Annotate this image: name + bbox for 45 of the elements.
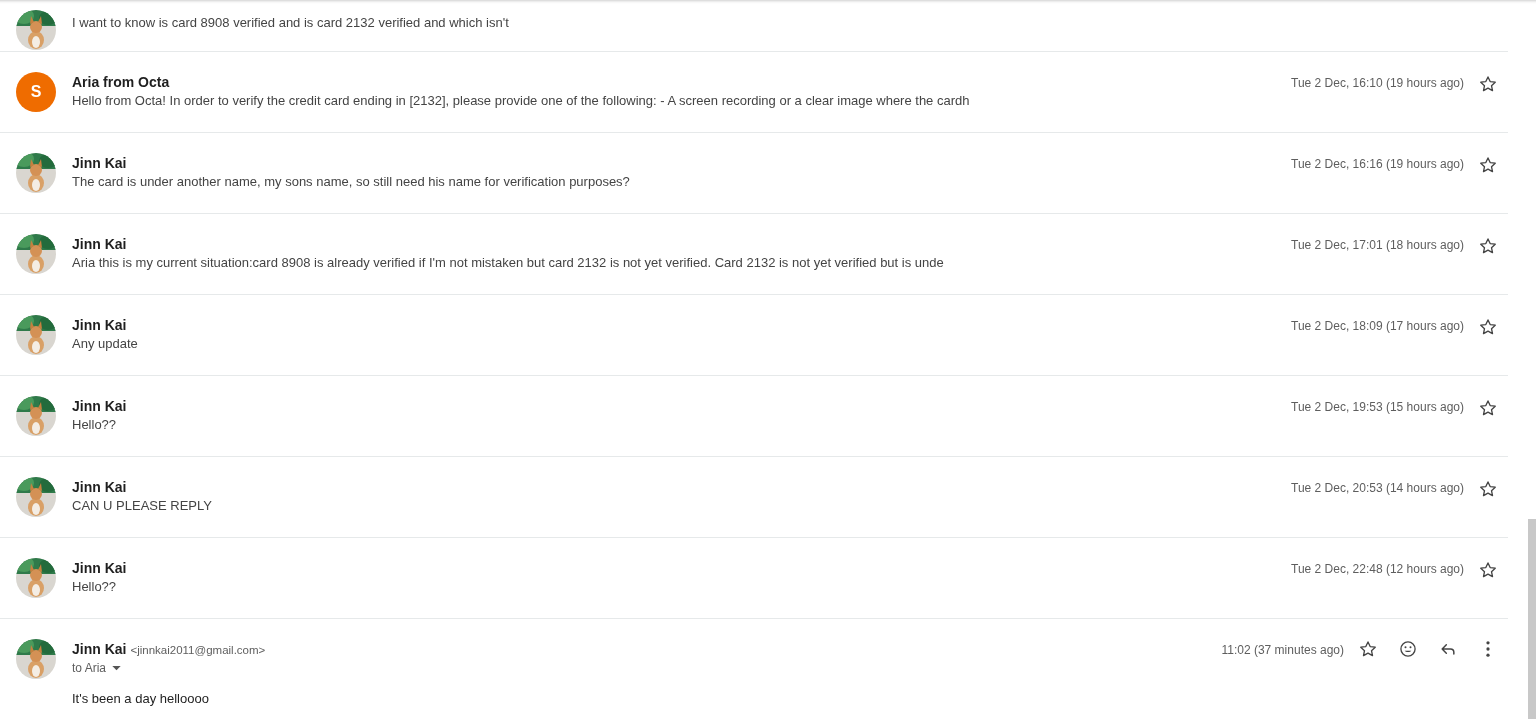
message-snippet: Any update bbox=[72, 336, 139, 351]
message-time: Tue 2 Dec, 20:53 (14 hours ago) bbox=[1291, 481, 1465, 495]
message-body: It's been a day helloooo bbox=[72, 691, 210, 706]
message-snippet: Hello?? bbox=[72, 579, 118, 594]
star-icon bbox=[1478, 155, 1498, 175]
message-time: 11:02 (37 minutes ago) bbox=[1221, 643, 1345, 657]
avatar: S bbox=[16, 72, 56, 112]
sender-name: Jinn Kai bbox=[72, 479, 127, 495]
sender-name: Jinn Kai bbox=[72, 641, 127, 657]
caret-icon bbox=[112, 665, 122, 671]
sender-name: Jinn Kai bbox=[72, 317, 127, 333]
message-time: Tue 2 Dec, 16:10 (19 hours ago) bbox=[1291, 76, 1465, 90]
sender-name: Jinn Kai bbox=[72, 398, 127, 414]
message-time: Tue 2 Dec, 16:16 (19 hours ago) bbox=[1291, 157, 1465, 171]
message-snippet: Hello from Octa! In order to verify the credit card ending in [2132], please provide one of the following: - A screen recording or a clear image where the cardh bbox=[72, 93, 971, 108]
message-row[interactable]: Jinn Kai Tue 2 Dec, 20:53 (14 hours ago) CAN U PLEASE REPLY bbox=[0, 457, 1508, 538]
sender-name: Jinn Kai bbox=[72, 560, 127, 576]
message-row[interactable]: Jinn Kai Tue 2 Dec, 19:53 (15 hours ago) Hello?? bbox=[0, 376, 1508, 457]
scrollbar-thumb[interactable] bbox=[1528, 519, 1536, 719]
message-snippet: Hello?? bbox=[72, 417, 118, 432]
more-icon bbox=[1486, 641, 1490, 657]
sender-name: Jinn Kai bbox=[72, 155, 127, 171]
message-snippet: Aria this is my current situation:card 8908 is already verified if I'm not mistaken but card 2132 is not yet verified. Card 2132 is not yet verified but is unde bbox=[72, 255, 945, 270]
message-snippet: I want to know is card 8908 verified and is card 2132 verified and which isn't bbox=[72, 15, 510, 30]
message-time: Tue 2 Dec, 22:48 (12 hours ago) bbox=[1291, 562, 1465, 576]
sender-name: Jinn Kai bbox=[72, 236, 127, 252]
star-icon bbox=[1478, 398, 1498, 418]
message-row[interactable]: Jinn Kai Tue 2 Dec, 22:48 (12 hours ago) Hello?? bbox=[0, 538, 1508, 619]
message-time: Tue 2 Dec, 19:53 (15 hours ago) bbox=[1291, 400, 1465, 414]
star-icon bbox=[1478, 479, 1498, 499]
sender-email: <jinnkai2011@gmail.com> bbox=[130, 644, 266, 656]
message-time: Tue 2 Dec, 18:09 (17 hours ago) bbox=[1291, 319, 1465, 333]
star-icon bbox=[1478, 236, 1498, 256]
message-time: Tue 2 Dec, 17:01 (18 hours ago) bbox=[1291, 238, 1465, 252]
star-icon bbox=[1478, 74, 1498, 94]
message-snippet: The card is under another name, my sons name, so still need his name for verification purposes? bbox=[72, 174, 631, 189]
recipient-dropdown[interactable]: to Aria bbox=[72, 661, 122, 675]
message-row[interactable]: Jinn Kai Tue 2 Dec, 16:16 (19 hours ago) The card is under another name, my sons name, so still need his name for verification purposes? bbox=[0, 133, 1508, 214]
star-icon bbox=[1478, 560, 1498, 580]
smiley-icon bbox=[1398, 639, 1418, 659]
message-snippet: CAN U PLEASE REPLY bbox=[72, 498, 213, 513]
sender-name: Aria from Octa bbox=[72, 74, 170, 90]
star-icon bbox=[1478, 317, 1498, 337]
message-row[interactable]: Jinn Kai Tue 2 Dec, 18:09 (17 hours ago) Any update bbox=[0, 295, 1508, 376]
star-icon bbox=[1358, 639, 1378, 659]
